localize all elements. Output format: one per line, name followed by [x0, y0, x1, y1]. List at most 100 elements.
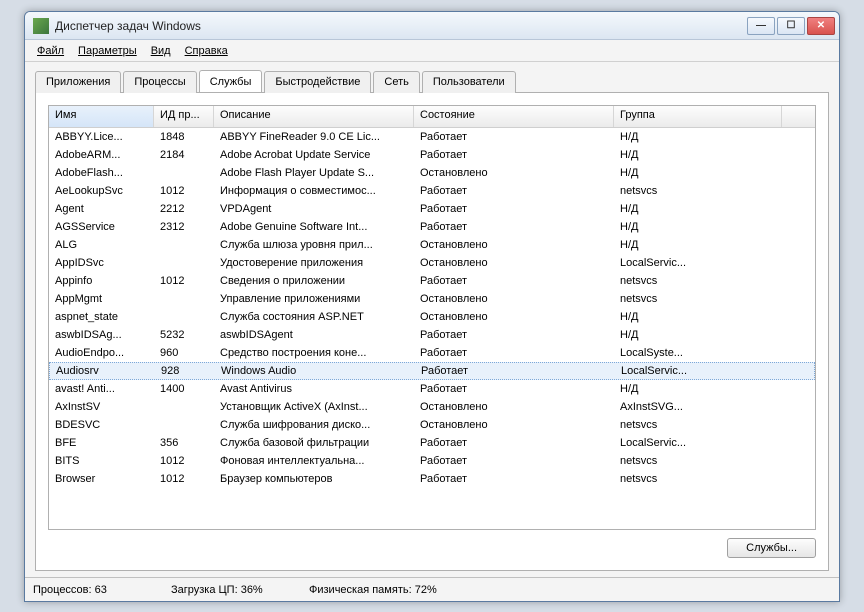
cell-name: Agent	[49, 203, 154, 215]
table-row[interactable]: AppMgmtУправление приложениямиОстановлен…	[49, 290, 815, 308]
cell-desc: aswbIDSAgent	[214, 329, 414, 341]
cell-name: ALG	[49, 239, 154, 251]
cell-group: Н/Д	[614, 329, 782, 341]
menu-file[interactable]: Файл	[31, 43, 70, 59]
cell-name: AdobeARM...	[49, 149, 154, 161]
table-row[interactable]: Appinfo1012Сведения о приложенииРаботает…	[49, 272, 815, 290]
cell-group: Н/Д	[614, 311, 782, 323]
listview-header: Имя ИД пр... Описание Состояние Группа	[49, 106, 815, 128]
cell-pid: 1012	[154, 275, 214, 287]
cell-status: Остановлено	[414, 167, 614, 179]
cell-status: Остановлено	[414, 401, 614, 413]
table-row[interactable]: BITS1012Фоновая интеллектуальна...Работа…	[49, 452, 815, 470]
statusbar: Процессов: 63 Загрузка ЦП: 36% Физическа…	[25, 577, 839, 601]
table-row[interactable]: ALG Служба шлюза уровня прил...Остановлен…	[49, 236, 815, 254]
cell-group: LocalServic...	[615, 365, 783, 377]
services-listview: Имя ИД пр... Описание Состояние Группа A…	[48, 105, 816, 530]
cell-group: LocalServic...	[614, 257, 782, 269]
cell-desc: Windows Audio	[215, 365, 415, 377]
cell-group: netsvcs	[614, 473, 782, 485]
maximize-button[interactable]	[777, 17, 805, 35]
cell-status: Работает	[414, 275, 614, 287]
cell-desc: Adobe Acrobat Update Service	[214, 149, 414, 161]
cell-group: Н/Д	[614, 167, 782, 179]
app-icon	[33, 18, 49, 34]
table-row[interactable]: aspnet_stateСлужба состояния ASP.NETОста…	[49, 308, 815, 326]
cell-name: BITS	[49, 455, 154, 467]
table-row[interactable]: Audiosrv928Windows AudioРаботаетLocalSer…	[49, 362, 815, 380]
close-button[interactable]	[807, 17, 835, 35]
cell-status: Работает	[414, 149, 614, 161]
tab-network[interactable]: Сеть	[373, 71, 419, 93]
cell-status: Работает	[414, 383, 614, 395]
services-button[interactable]: Службы...	[727, 538, 816, 558]
tab-performance[interactable]: Быстродействие	[264, 71, 371, 93]
menubar: Файл Параметры Вид Справка	[25, 40, 839, 62]
cell-status: Остановлено	[414, 239, 614, 251]
menu-view[interactable]: Вид	[145, 43, 177, 59]
table-row[interactable]: ABBYY.Lice...1848ABBYY FineReader 9.0 CE…	[49, 128, 815, 146]
cell-name: AeLookupSvc	[49, 185, 154, 197]
tab-applications[interactable]: Приложения	[35, 71, 121, 93]
column-name[interactable]: Имя	[49, 106, 154, 127]
cell-pid: 1400	[154, 383, 214, 395]
tab-users[interactable]: Пользователи	[422, 71, 516, 93]
cell-desc: Служба шифрования диско...	[214, 419, 414, 431]
cell-desc: ABBYY FineReader 9.0 CE Lic...	[214, 131, 414, 143]
tab-strip: Приложения Процессы Службы Быстродействи…	[35, 70, 829, 92]
column-group[interactable]: Группа	[614, 106, 782, 127]
table-row[interactable]: BDESVCСлужба шифрования диско...Остановл…	[49, 416, 815, 434]
status-cpu: Загрузка ЦП: 36%	[171, 584, 281, 596]
cell-name: AppMgmt	[49, 293, 154, 305]
cell-pid: 2312	[154, 221, 214, 233]
cell-desc: Adobe Flash Player Update S...	[214, 167, 414, 179]
cell-desc: VPDAgent	[214, 203, 414, 215]
cell-name: BFE	[49, 437, 154, 449]
cell-status: Остановлено	[414, 257, 614, 269]
minimize-button[interactable]	[747, 17, 775, 35]
table-row[interactable]: Agent2212VPDAgentРаботаетН/Д	[49, 200, 815, 218]
table-row[interactable]: Browser1012Браузер компьютеровРаботаетne…	[49, 470, 815, 488]
table-row[interactable]: AeLookupSvc1012Информация о совместимос.…	[49, 182, 815, 200]
services-panel: Имя ИД пр... Описание Состояние Группа A…	[35, 92, 829, 571]
listview-body[interactable]: ABBYY.Lice...1848ABBYY FineReader 9.0 CE…	[49, 128, 815, 529]
cell-name: Audiosrv	[50, 365, 155, 377]
cell-desc: Служба состояния ASP.NET	[214, 311, 414, 323]
titlebar[interactable]: Диспетчер задач Windows	[25, 12, 839, 40]
column-description[interactable]: Описание	[214, 106, 414, 127]
cell-status: Работает	[414, 221, 614, 233]
cell-group: Н/Д	[614, 203, 782, 215]
table-row[interactable]: aswbIDSAg...5232aswbIDSAgentРаботаетН/Д	[49, 326, 815, 344]
table-row[interactable]: AdobeFlash...Adobe Flash Player Update S…	[49, 164, 815, 182]
cell-group: LocalServic...	[614, 437, 782, 449]
menu-help[interactable]: Справка	[179, 43, 234, 59]
tab-processes[interactable]: Процессы	[123, 71, 196, 93]
cell-desc: Установщик ActiveX (AxInst...	[214, 401, 414, 413]
cell-group: netsvcs	[614, 419, 782, 431]
cell-desc: Средство построения коне...	[214, 347, 414, 359]
cell-desc: Служба базовой фильтрации	[214, 437, 414, 449]
cell-name: avast! Anti...	[49, 383, 154, 395]
column-pid[interactable]: ИД пр...	[154, 106, 214, 127]
cell-status: Остановлено	[414, 293, 614, 305]
cell-desc: Служба шлюза уровня прил...	[214, 239, 414, 251]
cell-desc: Удостоверение приложения	[214, 257, 414, 269]
cell-pid: 1848	[154, 131, 214, 143]
table-row[interactable]: AxInstSVУстановщик ActiveX (AxInst...Ост…	[49, 398, 815, 416]
menu-options[interactable]: Параметры	[72, 43, 143, 59]
column-status[interactable]: Состояние	[414, 106, 614, 127]
cell-group: Н/Д	[614, 383, 782, 395]
cell-status: Работает	[414, 437, 614, 449]
table-row[interactable]: AdobeARM...2184Adobe Acrobat Update Serv…	[49, 146, 815, 164]
table-row[interactable]: AGSService2312Adobe Genuine Software Int…	[49, 218, 815, 236]
cell-status: Работает	[414, 131, 614, 143]
cell-group: netsvcs	[614, 185, 782, 197]
cell-pid: 960	[154, 347, 214, 359]
table-row[interactable]: avast! Anti...1400Avast AntivirusРаботае…	[49, 380, 815, 398]
tab-services[interactable]: Службы	[199, 70, 263, 92]
table-row[interactable]: BFE356Служба базовой фильтрацииРаботаетL…	[49, 434, 815, 452]
cell-group: Н/Д	[614, 149, 782, 161]
table-row[interactable]: AppIDSvcУдостоверение приложенияОстановл…	[49, 254, 815, 272]
cell-desc: Сведения о приложении	[214, 275, 414, 287]
table-row[interactable]: AudioEndpo...960Средство построения коне…	[49, 344, 815, 362]
